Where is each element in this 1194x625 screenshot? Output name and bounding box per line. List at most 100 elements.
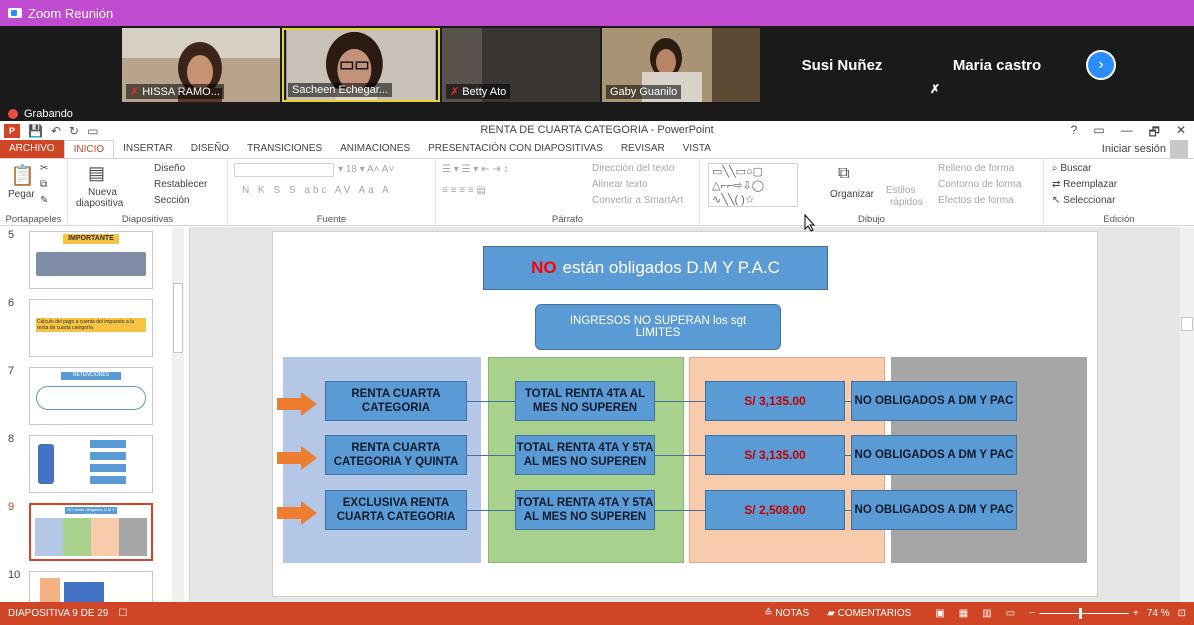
font-format-buttons[interactable]: N K S S abc AV Aa A xyxy=(242,185,392,196)
row2-category[interactable]: RENTA CUARTA CATEGORIA Y QUINTA xyxy=(325,435,467,475)
row3-condition[interactable]: TOTAL RENTA 4TA Y 5TA AL MES NO SUPEREN xyxy=(515,490,655,530)
thumbnail-slide-9[interactable]: NO están obligados D.M Y P.A.C xyxy=(29,503,153,561)
recording-indicator: Grabando xyxy=(8,108,73,120)
zoom-in-button[interactable]: + xyxy=(1133,608,1139,619)
tab-inicio[interactable]: INICIO xyxy=(63,140,115,158)
cut-icon[interactable]: ✂ xyxy=(40,163,48,174)
zoom-title-bar: Zoom Reunión xyxy=(0,0,1194,26)
tab-archivo[interactable]: ARCHIVO xyxy=(0,140,64,158)
shapes-gallery[interactable]: ▭╲╲▭○▢ △⌐⌐⇨⇩◯ ∿╲╲( )☆ xyxy=(708,163,798,207)
row2-condition[interactable]: TOTAL RENTA 4TA Y 5TA AL MES NO SUPEREN xyxy=(515,435,655,475)
align-buttons[interactable]: ≡ ≡ ≡ ≡ ▤ xyxy=(442,185,486,196)
row2-amount[interactable]: S/ 3,135.00 xyxy=(705,435,845,475)
participant-name-tile[interactable]: Susi Nuñez xyxy=(762,28,922,102)
smartart-button[interactable]: Convertir a SmartArt xyxy=(592,195,683,206)
text-direction-button[interactable]: Dirección del texto xyxy=(592,163,674,174)
recording-label: Grabando xyxy=(24,108,73,120)
layout-button[interactable]: Diseño xyxy=(154,163,185,174)
format-painter-icon[interactable]: ✎ xyxy=(40,195,48,206)
thumbnail-slide-6[interactable]: Cálculo del pago a cuenta del impuesto a… xyxy=(29,299,153,357)
row3-category[interactable]: EXCLUSIVA RENTA CUARTA CATEGORIA xyxy=(325,490,467,530)
tab-vista[interactable]: VISTA xyxy=(674,140,720,158)
thumbnail-slide-10[interactable] xyxy=(29,571,153,602)
thumb-number: 5 xyxy=(8,229,15,241)
slide-title-box[interactable]: NO están obligados D.M Y P.A.C xyxy=(483,246,828,290)
zoom-slider-handle[interactable] xyxy=(1078,608,1082,619)
thumbnail-slide-5[interactable]: IMPORTANTE xyxy=(29,231,153,289)
normal-view-icon[interactable]: ▣ xyxy=(935,608,944,619)
group-fuente: ▾ 18 ▾ A˄ A˅ N K S S abc AV Aa A Fuente xyxy=(228,159,436,227)
find-button[interactable]: ⌕ Buscar xyxy=(1052,163,1092,174)
copy-icon[interactable]: ⧉ xyxy=(40,179,47,190)
quick-styles-button[interactable]: Estilos xyxy=(886,185,915,196)
slide-editor: NO están obligados D.M Y P.A.C INGRESOS … xyxy=(190,227,1180,602)
tab-insertar[interactable]: INSERTAR xyxy=(114,140,182,158)
group-diapositivas: ▤ Nueva diapositiva Diseño Restablecer S… xyxy=(68,159,228,227)
chevron-right-icon: › xyxy=(1098,56,1104,73)
new-slide-label[interactable]: diapositiva xyxy=(76,198,123,209)
subtitle-line-1: INGRESOS NO SUPERAN los sgt xyxy=(569,315,747,327)
thumbnail-slide-8[interactable] xyxy=(29,435,153,493)
avatar xyxy=(1170,140,1188,158)
tab-presentacion[interactable]: PRESENTACIÓN CON DIAPOSITIVAS xyxy=(419,140,612,158)
shape-outline-button[interactable]: Contorno de forma xyxy=(938,179,1021,190)
thumb-number: 7 xyxy=(8,365,15,377)
thumbnail-slide-7[interactable]: RETENCIONES xyxy=(29,367,153,425)
tab-revisar[interactable]: REVISAR xyxy=(612,140,674,158)
scrollbar-thumb[interactable] xyxy=(173,283,183,353)
participant-gallery: ✗ HISSA RAMO... Sacheen Echegar... ✗ Betty… xyxy=(0,26,1194,104)
shape-effects-button[interactable]: Efectos de forma xyxy=(938,195,1014,206)
group-dibujo: ▭╲╲▭○▢ △⌐⌐⇨⇩◯ ∿╲╲( )☆ ⧉ Organizar Estilos … xyxy=(700,159,1044,227)
participant-video-tile[interactable]: Gaby Guanilo xyxy=(602,28,760,102)
reset-button[interactable]: Restablecer xyxy=(154,179,207,190)
row1-amount[interactable]: S/ 3,135.00 xyxy=(705,381,845,421)
replace-button[interactable]: ⇄ Reemplazar xyxy=(1052,179,1117,190)
sorter-view-icon[interactable]: ▦ xyxy=(959,608,968,619)
arrange-button[interactable]: Organizar xyxy=(830,189,874,200)
paste-button[interactable]: Pegar xyxy=(8,189,35,200)
replace-icon: ⇄ xyxy=(1052,179,1064,190)
participant-name: Maria castro xyxy=(952,57,1042,74)
new-slide-button[interactable]: Nueva xyxy=(88,187,117,198)
current-slide[interactable]: NO están obligados D.M Y P.A.C INGRESOS … xyxy=(272,231,1098,597)
phone-icon xyxy=(38,444,54,484)
comments-button[interactable]: ▰ COMENTARIOS xyxy=(827,608,911,619)
zoom-level[interactable]: 74 % xyxy=(1147,608,1170,619)
scrollbar-thumb[interactable] xyxy=(1181,317,1193,331)
tab-animaciones[interactable]: ANIMACIONES xyxy=(331,140,419,158)
participant-video-tile[interactable]: ✗ Betty Ato xyxy=(442,28,600,102)
notes-button[interactable]: ≙ NOTAS xyxy=(764,608,809,619)
slide-scrollbar[interactable] xyxy=(1180,227,1194,602)
list-buttons[interactable]: ☰ ▾ ☰ ▾ ⇤ ⇥ ↕ xyxy=(442,164,508,175)
thumb-shape xyxy=(40,578,60,602)
zoom-slider[interactable] xyxy=(1038,608,1129,619)
sign-in[interactable]: Iniciar sesión xyxy=(1102,140,1188,158)
gallery-next-button[interactable]: › xyxy=(1086,50,1116,80)
row2-result[interactable]: NO OBLIGADOS A DM Y PAC xyxy=(851,435,1017,475)
recording-dot-icon xyxy=(8,109,18,119)
font-size-select[interactable]: ▾ 18 ▾ A˄ A˅ xyxy=(338,164,394,175)
font-family-select[interactable] xyxy=(234,163,334,177)
zoom-out-button[interactable]: − xyxy=(1029,608,1035,619)
tab-diseno[interactable]: DISEÑO xyxy=(182,140,238,158)
fit-slide-icon[interactable]: ⊡ xyxy=(1178,608,1186,619)
row1-result[interactable]: NO OBLIGADOS A DM Y PAC xyxy=(851,381,1017,421)
select-button[interactable]: ↖ Seleccionar xyxy=(1052,195,1115,206)
row1-condition[interactable]: TOTAL RENTA 4TA AL MES NO SUPEREN xyxy=(515,381,655,421)
row3-amount[interactable]: S/ 2,508.00 xyxy=(705,490,845,530)
section-button[interactable]: Sección xyxy=(154,195,190,206)
tab-transiciones[interactable]: TRANSICIONES xyxy=(238,140,331,158)
spellcheck-icon[interactable]: ☐ xyxy=(118,608,127,619)
participant-video-tile[interactable]: ✗ HISSA RAMO... xyxy=(122,28,280,102)
shape-fill-button[interactable]: Relleno de forma xyxy=(938,163,1014,174)
slide-subtitle-box[interactable]: INGRESOS NO SUPERAN los sgt LIMITES xyxy=(535,304,781,350)
align-text-button[interactable]: Alinear texto xyxy=(592,179,648,190)
arrange-icon: ⧉ xyxy=(838,165,850,182)
participant-video-tile-active[interactable]: Sacheen Echegar... xyxy=(282,28,440,102)
participant-name-tile[interactable]: Maria castro ✗ xyxy=(922,28,1072,102)
row1-category[interactable]: RENTA CUARTA CATEGORIA xyxy=(325,381,467,421)
row3-result[interactable]: NO OBLIGADOS A DM Y PAC xyxy=(851,490,1017,530)
slideshow-view-icon[interactable]: ▭ xyxy=(1006,608,1015,619)
thumbnails-scrollbar[interactable] xyxy=(172,227,184,602)
reading-view-icon[interactable]: ▥ xyxy=(982,608,991,619)
